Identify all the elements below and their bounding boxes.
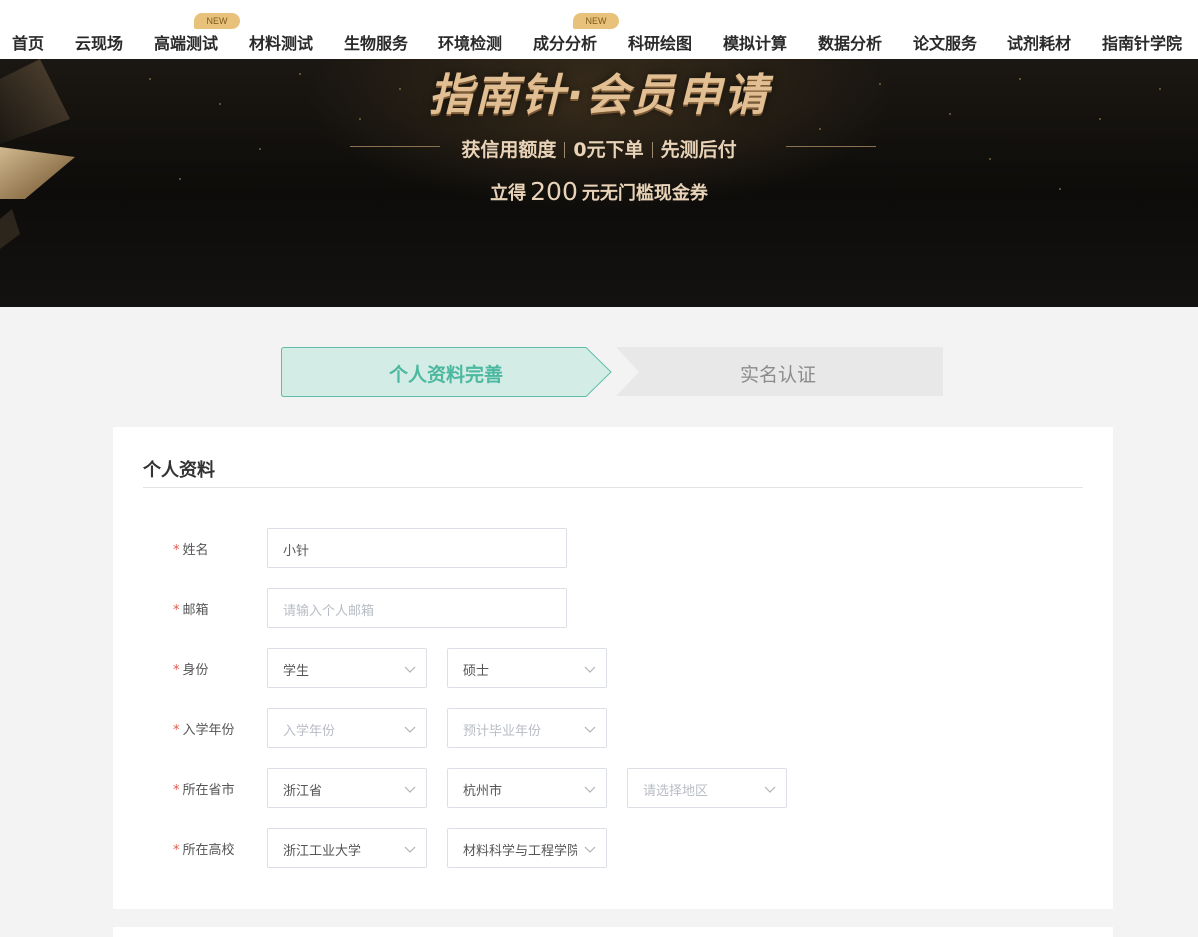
nav-item-home[interactable]: 首页 (12, 30, 44, 54)
label-school: 所在高校 (182, 843, 235, 858)
chevron-down-icon (404, 846, 416, 853)
nav-item-data-analysis[interactable]: 数据分析 (818, 30, 882, 54)
nav-item-paper-service[interactable]: 论文服务 (913, 30, 977, 54)
label-name: 姓名 (182, 543, 209, 558)
nav-item-academy[interactable]: 指南针学院 (1102, 30, 1182, 54)
required-mark: * (173, 663, 180, 678)
field-label: * 邮箱 (173, 599, 209, 618)
banner-separator (564, 142, 566, 158)
city-value: 杭州市 (463, 784, 503, 799)
new-badge: NEW (573, 13, 619, 29)
required-mark: * (173, 543, 180, 558)
nav-item-bio-service[interactable]: 生物服务 (344, 30, 408, 54)
field-label: * 姓名 (173, 539, 209, 558)
new-badge: NEW (194, 13, 240, 29)
role-select[interactable]: 学生 (267, 648, 427, 688)
graduation-year-placeholder: 预计毕业年份 (463, 724, 542, 739)
province-select[interactable]: 浙江省 (267, 768, 427, 808)
next-section-card (113, 927, 1113, 937)
city-select[interactable]: 杭州市 (447, 768, 607, 808)
banner-separator (651, 142, 653, 158)
nav-item-env-test[interactable]: 环境检测 (438, 30, 502, 54)
step-verification: 实名认证 (739, 364, 816, 386)
top-nav: 首页 云现场 高端测试 NEW 材料测试 生物服务 环境检测 成分分析 NEW … (0, 0, 1198, 59)
profile-form-card: 个人资料 * 姓名 小针 * 邮箱 请输入个人邮箱 * 身份 学生 硕士 * 入学年份 … (113, 427, 1113, 909)
email-placeholder: 请输入个人邮箱 (283, 604, 375, 619)
email-input[interactable]: 请输入个人邮箱 (267, 588, 567, 628)
step-indicator: 个人资料完善 实名认证 (281, 347, 944, 397)
nav-item-simulation[interactable]: 模拟计算 (723, 30, 787, 54)
role-value: 学生 (283, 664, 310, 679)
form-row-enroll: * 入学年份 入学年份 预计毕业年份 (113, 708, 1113, 748)
label-identity: 身份 (182, 663, 209, 678)
required-mark: * (173, 843, 180, 858)
chevron-down-icon (404, 666, 416, 673)
required-mark: * (173, 723, 180, 738)
chevron-down-icon (584, 726, 596, 733)
nav-item-cloud-site[interactable]: 云现场 (75, 30, 123, 54)
form-row-identity: * 身份 学生 硕士 (113, 648, 1113, 688)
college-select[interactable]: 材料科学与工程学院 (447, 828, 607, 868)
name-value: 小针 (283, 544, 310, 559)
university-value: 浙江工业大学 (283, 844, 362, 859)
enroll-year-placeholder: 入学年份 (283, 724, 336, 739)
nav-item-composition[interactable]: 成分分析 (533, 30, 597, 54)
required-mark: * (173, 783, 180, 798)
banner-sub-pay-later: 先测后付 (660, 139, 737, 161)
label-email: 邮箱 (182, 603, 209, 618)
district-select[interactable]: 请选择地区 (627, 768, 787, 808)
coupon-amount: 200 (530, 177, 578, 206)
form-row-location: * 所在省市 浙江省 杭州市 请选择地区 (113, 768, 1113, 808)
label-location: 所在省市 (182, 783, 235, 798)
university-select[interactable]: 浙江工业大学 (267, 828, 427, 868)
degree-select[interactable]: 硕士 (447, 648, 607, 688)
field-label: * 身份 (173, 659, 209, 678)
nav-item-sci-drawing[interactable]: 科研绘图 (628, 30, 692, 54)
enroll-year-select[interactable]: 入学年份 (267, 708, 427, 748)
form-row-name: * 姓名 小针 (113, 528, 1113, 568)
chevron-down-icon (404, 786, 416, 793)
chevron-down-icon (584, 846, 596, 853)
form-row-school: * 所在高校 浙江工业大学 材料科学与工程学院 (113, 828, 1113, 868)
membership-banner: 指南针·会员申请 获信用额度 0元下单 先测后付 立得 200 元无门槛现金券 (0, 59, 1198, 307)
chevron-down-icon (584, 786, 596, 793)
name-input[interactable]: 小针 (267, 528, 567, 568)
chevron-down-icon (404, 726, 416, 733)
required-mark: * (173, 603, 180, 618)
field-label: * 所在省市 (173, 779, 235, 798)
chevron-down-icon (764, 786, 776, 793)
chevron-down-icon (584, 666, 596, 673)
banner-sub-credit: 获信用额度 (461, 139, 557, 161)
coupon-suffix: 元无门槛现金券 (581, 183, 708, 204)
nav-item-material-test[interactable]: 材料测试 (249, 30, 313, 54)
graduation-year-select[interactable]: 预计毕业年份 (447, 708, 607, 748)
province-value: 浙江省 (283, 784, 323, 799)
banner-sub-zero-order: 0元下单 (573, 139, 644, 161)
coupon-prefix: 立得 (490, 183, 527, 204)
field-label: * 入学年份 (173, 719, 235, 738)
section-divider (143, 487, 1083, 488)
form-row-email: * 邮箱 请输入个人邮箱 (113, 588, 1113, 628)
degree-value: 硕士 (463, 664, 490, 679)
banner-title: 指南针·会员申请 (428, 70, 770, 121)
college-value: 材料科学与工程学院 (463, 844, 577, 859)
label-enroll: 入学年份 (182, 723, 235, 738)
field-label: * 所在高校 (173, 839, 235, 858)
nav-item-high-end-test[interactable]: 高端测试 (154, 30, 218, 54)
banner-coupon: 立得 200 元无门槛现金券 (0, 177, 1198, 206)
banner-subtitle: 获信用额度 0元下单 先测后付 (0, 135, 1198, 162)
district-placeholder: 请选择地区 (643, 784, 709, 799)
nav-item-reagents[interactable]: 试剂耗材 (1007, 30, 1071, 54)
section-title: 个人资料 (143, 460, 215, 481)
step-profile: 个人资料完善 (388, 364, 503, 386)
